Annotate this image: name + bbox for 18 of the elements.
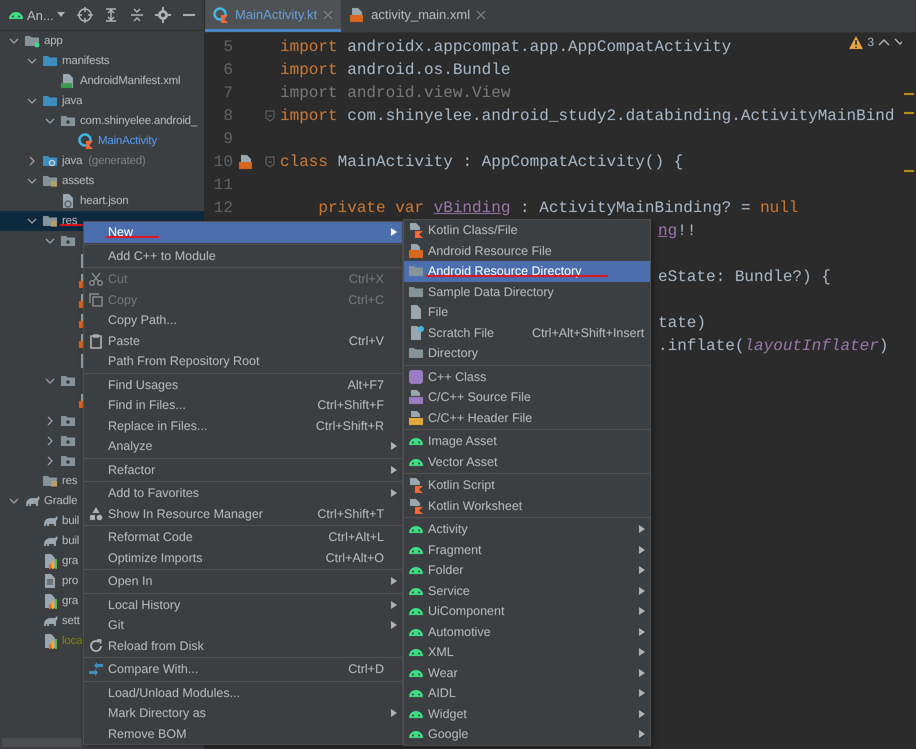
- line-number: 12: [212, 198, 233, 216]
- line-number: 11: [212, 176, 233, 194]
- line-number: 5: [222, 38, 233, 56]
- line-number: 9: [222, 130, 233, 148]
- code-line: ng!!: [658, 222, 696, 240]
- code-line: import android.view.View: [280, 84, 510, 102]
- line-number: 10: [212, 152, 233, 170]
- line-number: 7: [222, 84, 233, 102]
- code-line: import android.os.Bundle: [280, 60, 510, 78]
- code-line: import androidx.appcompat.app.AppCompatActivity: [280, 38, 732, 56]
- code-line: class MainActivity : AppCompatActivity() {: [280, 152, 684, 170]
- line-number: 8: [222, 106, 233, 124]
- code-line: eState: Bundle?) {: [658, 268, 831, 286]
- line-number: 6: [222, 60, 233, 78]
- code-line: .inflate(layoutInflater): [658, 336, 888, 354]
- code-line: private var vBinding : ActivityMainBinding? = null: [317, 198, 798, 216]
- code-line: import com.shinyelee.android_study2.databinding.ActivityMainBind: [280, 106, 894, 124]
- code-line: tate): [658, 314, 706, 332]
